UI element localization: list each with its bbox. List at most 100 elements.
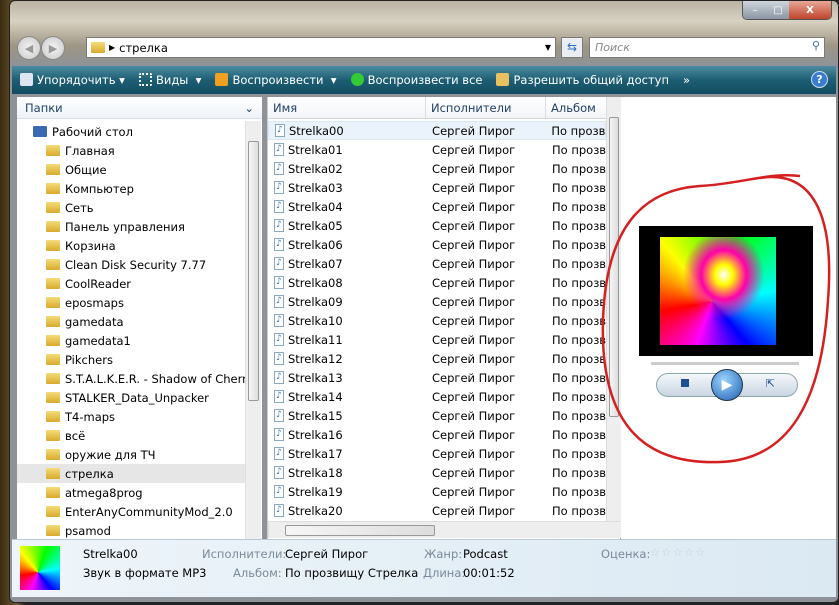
folder-tree-item[interactable]: Панель управления [17, 217, 245, 236]
file-row[interactable]: ♪ Strelka11 Сергей Пирог По прозви [268, 330, 606, 349]
file-row[interactable]: ♪ Strelka05 Сергей Пирог По прозви [268, 216, 606, 235]
minimize-button[interactable]: – [743, 1, 767, 19]
file-artist: Сергей Пирог [432, 351, 516, 366]
file-row[interactable]: ♪ Strelka06 Сергей Пирог По прозви [268, 235, 606, 254]
folder-label: Clean Disk Security 7.77 [65, 257, 207, 272]
folder-tree-item[interactable]: Главная [17, 141, 245, 160]
folders-scrollbar[interactable] [245, 121, 261, 539]
file-album: По прозви [552, 237, 606, 252]
genre-value[interactable]: Podcast [463, 547, 508, 561]
folders-header[interactable]: Папки ⌄ [17, 97, 262, 119]
file-album: По прозви [552, 218, 606, 233]
column-album[interactable]: Альбом [546, 97, 606, 118]
chevron-down-icon[interactable]: ⌄ [244, 101, 254, 115]
file-row[interactable]: ♪ Strelka13 Сергей Пирог По прозви [268, 368, 606, 387]
folder-tree-item[interactable]: T4-maps [17, 407, 245, 426]
maximize-button[interactable]: □ [767, 1, 789, 19]
file-row[interactable]: ♪ Strelka15 Сергей Пирог По прозви [268, 406, 606, 425]
help-button[interactable]: ? [811, 71, 828, 88]
folder-tree-item[interactable]: psamod [17, 521, 245, 540]
share-button[interactable]: Разрешить общий доступ [496, 73, 669, 87]
file-row[interactable]: ♪ Strelka14 Сергей Пирог По прозви [268, 387, 606, 406]
file-name: Strelka18 [288, 465, 343, 480]
organize-button[interactable]: Упорядочить ▾ [20, 73, 125, 87]
scrollbar-thumb[interactable] [248, 141, 259, 401]
folder-label: Компьютер [65, 181, 134, 196]
folder-label: CoolReader [65, 276, 131, 291]
file-row[interactable]: ♪ Strelka09 Сергей Пирог По прозви [268, 292, 606, 311]
hscrollbar-thumb[interactable] [285, 525, 435, 536]
file-row[interactable]: ♪ Strelka20 Сергей Пирог По прозви [268, 501, 606, 520]
close-button[interactable]: X [789, 1, 831, 19]
back-button[interactable]: ◀ [17, 36, 41, 60]
file-row[interactable]: ♪ Strelka18 Сергей Пирог По прозви [268, 463, 606, 482]
seek-bar[interactable] [651, 362, 799, 365]
forward-button[interactable]: ▶ [41, 36, 65, 60]
audio-file-icon: ♪ [274, 409, 284, 422]
folder-icon [46, 373, 60, 384]
folder-tree-item[interactable]: Рабочий стол [17, 122, 245, 141]
address-dropdown-icon[interactable]: ▼ [545, 43, 551, 52]
file-row[interactable]: ♪ Strelka10 Сергей Пирог По прозви [268, 311, 606, 330]
audio-file-icon: ♪ [274, 447, 284, 460]
file-row[interactable]: ♪ Strelka00 Сергей Пирог По прозви [268, 121, 606, 140]
files-hscrollbar[interactable] [268, 521, 621, 538]
column-artists[interactable]: Исполнители [426, 97, 546, 118]
file-row[interactable]: ♪ Strelka07 Сергей Пирог По прозви [268, 254, 606, 273]
files-scrollbar[interactable] [606, 97, 621, 521]
breadcrumb-arrow-icon[interactable]: ▶ [109, 43, 115, 52]
more-button[interactable]: » [683, 73, 690, 87]
album-value[interactable]: По прозвищу Стрелка [285, 566, 418, 580]
play-preview-button[interactable]: ▶ [711, 369, 743, 401]
artists-value[interactable]: Сергей Пирог [285, 547, 368, 561]
folder-icon [46, 278, 60, 289]
folder-tree-item[interactable]: Сеть [17, 198, 245, 217]
folder-tree-item[interactable]: стрелка [17, 464, 245, 483]
folder-tree-item[interactable]: EnterAnyCommunityMod_2.0 [17, 502, 245, 521]
folder-tree-item[interactable]: eposmaps [17, 293, 245, 312]
file-row[interactable]: ♪ Strelka16 Сергей Пирог По прозви [268, 425, 606, 444]
file-row[interactable]: ♪ Strelka01 Сергей Пирог По прозви [268, 140, 606, 159]
file-name: Strelka20 [288, 503, 343, 518]
column-name[interactable]: Имя [268, 97, 426, 118]
play-all-button[interactable]: Воспроизвести все [350, 73, 482, 87]
play-button[interactable]: Воспроизвести ▾ [215, 73, 337, 87]
play-icon [215, 73, 229, 86]
folder-label: Сеть [65, 200, 94, 215]
folder-icon [46, 411, 60, 422]
file-row[interactable]: ♪ Strelka03 Сергей Пирог По прозви [268, 178, 606, 197]
folder-icon [46, 392, 60, 403]
address-bar[interactable]: ▶ стрелка ▼ [86, 37, 556, 58]
folder-tree-item[interactable]: Clean Disk Security 7.77 [17, 255, 245, 274]
views-button[interactable]: Виды ▾ [138, 73, 201, 87]
folder-tree-item[interactable]: оружие для ТЧ [17, 445, 245, 464]
refresh-button[interactable]: ⇆ [561, 37, 583, 58]
folder-tree-item[interactable]: Корзина [17, 236, 245, 255]
scrollbar-thumb[interactable] [609, 117, 619, 417]
folder-tree-item[interactable]: STALKER_Data_Unpacker [17, 388, 245, 407]
rating-stars[interactable]: ☆☆☆☆☆ [650, 545, 707, 559]
search-input[interactable]: Поиск ⚲ [589, 37, 825, 58]
stop-button[interactable] [681, 379, 689, 387]
search-icon[interactable]: ⚲ [812, 39, 820, 52]
file-artist: Сергей Пирог [432, 256, 516, 271]
folder-tree-item[interactable]: всё [17, 426, 245, 445]
file-row[interactable]: ♪ Strelka08 Сергей Пирог По прозви [268, 273, 606, 292]
open-player-button[interactable]: ⇱ [766, 377, 775, 390]
file-row[interactable]: ♪ Strelka04 Сергей Пирог По прозви [268, 197, 606, 216]
folder-tree-item[interactable]: gamedata1 [17, 331, 245, 350]
folder-tree-item[interactable]: S.T.A.L.K.E.R. - Shadow of Cherno [17, 369, 245, 388]
folder-icon [46, 468, 60, 479]
file-row[interactable]: ♪ Strelka17 Сергей Пирог По прозви [268, 444, 606, 463]
folder-tree-item[interactable]: gamedata [17, 312, 245, 331]
file-row[interactable]: ♪ Strelka02 Сергей Пирог По прозви [268, 159, 606, 178]
file-row[interactable]: ♪ Strelka19 Сергей Пирог По прозви [268, 482, 606, 501]
folder-tree-item[interactable]: atmega8prog [17, 483, 245, 502]
folder-tree-item[interactable]: Общие [17, 160, 245, 179]
folder-tree-item[interactable]: Компьютер [17, 179, 245, 198]
breadcrumb-current[interactable]: стрелка [119, 41, 168, 55]
folder-tree-item[interactable]: Pikchers [17, 350, 245, 369]
folder-tree-item[interactable]: CoolReader [17, 274, 245, 293]
file-artist: Сергей Пирог [432, 389, 516, 404]
file-row[interactable]: ♪ Strelka12 Сергей Пирог По прозви [268, 349, 606, 368]
